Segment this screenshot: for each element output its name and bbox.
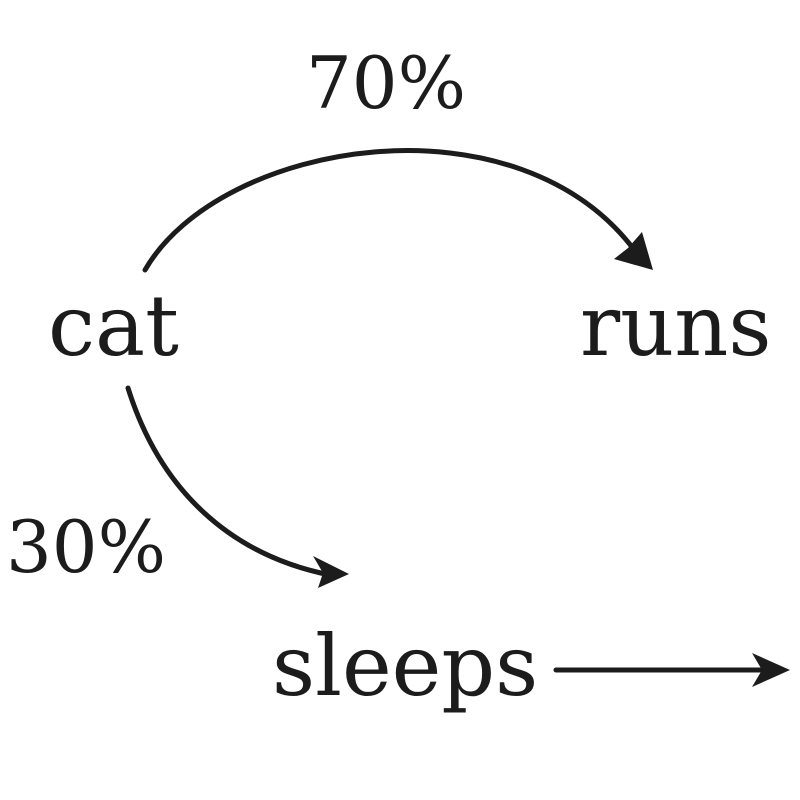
node-runs: runs — [580, 277, 771, 375]
arrow-head-cat-to-runs — [614, 232, 653, 270]
diagram-canvas: 70% 30% cat runs sleeps — [0, 0, 800, 800]
node-sleeps: sleeps — [272, 617, 538, 715]
edge-label-cat-to-runs: 70% — [306, 41, 466, 125]
node-cat: cat — [48, 277, 179, 375]
word-transition-diagram: 70% 30% cat runs sleeps — [6, 41, 790, 715]
edge-label-cat-to-sleeps: 30% — [6, 505, 166, 589]
edge-cat-to-runs — [142, 148, 641, 273]
